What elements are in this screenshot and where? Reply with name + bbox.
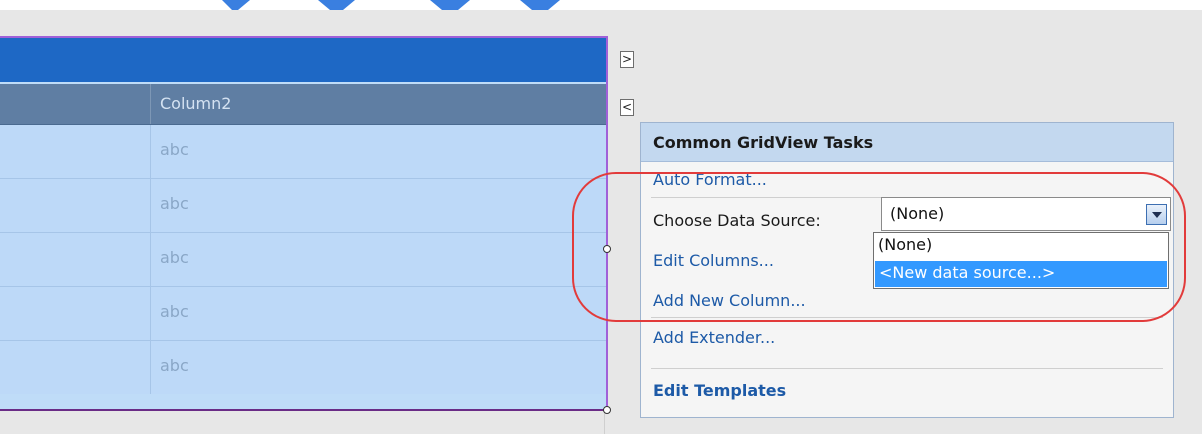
grid-title-bar bbox=[0, 38, 606, 82]
table-row: abc bbox=[0, 287, 606, 341]
data-source-dropdown[interactable]: (None) bbox=[881, 197, 1171, 231]
chevron-left-icon: < bbox=[621, 100, 633, 114]
data-source-selected-value: (None) bbox=[890, 204, 945, 223]
gridview-control[interactable]: Column2 abc abc abc abc abc bbox=[0, 36, 608, 411]
smart-tag-collapse-button[interactable]: < bbox=[620, 99, 634, 116]
table-cell: abc bbox=[160, 248, 189, 267]
divider bbox=[651, 368, 1163, 369]
add-extender-link[interactable]: Add Extender... bbox=[653, 328, 775, 347]
choose-data-source-label: Choose Data Source: bbox=[653, 211, 821, 230]
column2-header: Column2 bbox=[160, 94, 232, 113]
divider bbox=[651, 317, 1163, 318]
edit-columns-link[interactable]: Edit Columns... bbox=[653, 251, 774, 270]
table-row: abc bbox=[0, 125, 606, 179]
tasks-panel-title: Common GridView Tasks bbox=[653, 133, 874, 152]
data-source-options-list: (None) <New data source...> bbox=[873, 232, 1169, 289]
column-divider bbox=[150, 341, 151, 394]
table-row: abc bbox=[0, 233, 606, 287]
table-row: abc bbox=[0, 179, 606, 233]
tasks-panel-header: Common GridView Tasks bbox=[641, 123, 1173, 162]
auto-format-link[interactable]: Auto Format... bbox=[653, 170, 767, 189]
column-divider bbox=[150, 84, 151, 124]
resize-handle-corner[interactable] bbox=[603, 406, 611, 414]
edit-templates-link[interactable]: Edit Templates bbox=[653, 381, 786, 400]
table-cell: abc bbox=[160, 356, 189, 375]
option-new-data-source[interactable]: <New data source...> bbox=[875, 261, 1167, 287]
table-cell: abc bbox=[160, 140, 189, 159]
chevron-right-icon: > bbox=[621, 52, 633, 66]
resize-handle-right[interactable] bbox=[603, 245, 611, 253]
column-divider bbox=[150, 179, 151, 232]
table-cell: abc bbox=[160, 302, 189, 321]
column-divider bbox=[150, 125, 151, 178]
table-row: abc bbox=[0, 341, 606, 394]
add-new-column-link[interactable]: Add New Column... bbox=[653, 291, 806, 310]
grid-header-row: Column2 bbox=[0, 84, 606, 125]
column-divider bbox=[150, 287, 151, 340]
option-new-data-source-label: <New data source...> bbox=[879, 263, 1056, 282]
gridview-tasks-panel: Common GridView Tasks Auto Format... Cho… bbox=[640, 122, 1174, 418]
chevron-down-icon[interactable] bbox=[1146, 204, 1167, 225]
column-divider bbox=[150, 233, 151, 286]
table-cell: abc bbox=[160, 194, 189, 213]
option-none[interactable]: (None) bbox=[878, 235, 932, 254]
smart-tag-expand-button[interactable]: > bbox=[620, 51, 634, 68]
